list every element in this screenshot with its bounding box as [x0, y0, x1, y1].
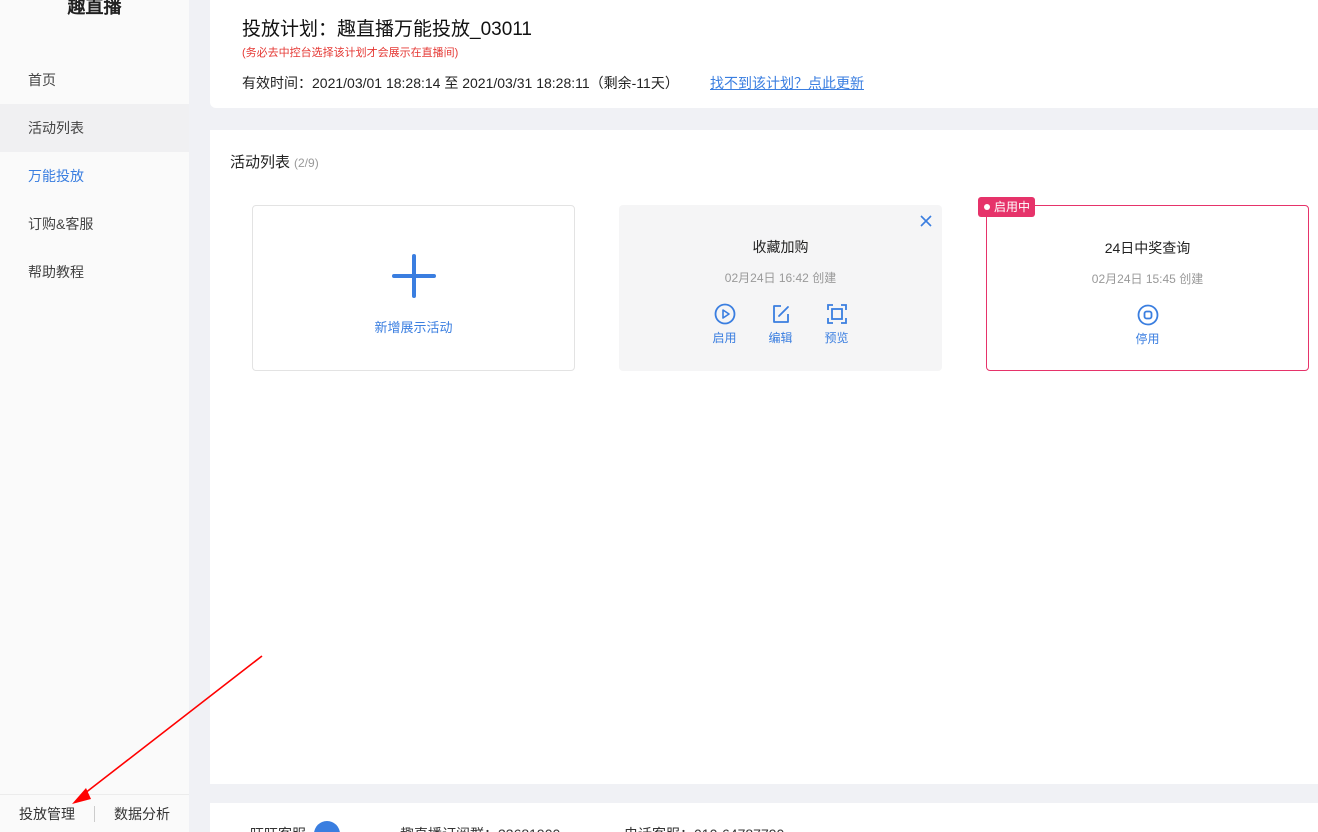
edit-button[interactable]: 编辑	[769, 303, 793, 346]
activity-count: (2/9)	[294, 156, 319, 170]
add-activity-card[interactable]: 新增展示活动	[252, 205, 575, 371]
stop-icon	[1137, 304, 1158, 326]
tab-data-analysis[interactable]: 数据分析	[95, 804, 189, 824]
activity-actions: 启用 编辑 预览	[619, 303, 942, 346]
sidebar-item-order-service[interactable]: 订购&客服	[0, 200, 189, 248]
subscribe-group: 趣直播订阅群：33681900	[400, 824, 560, 832]
edit-label: 编辑	[768, 331, 793, 345]
footer: 旺旺客服 趣直播订阅群：33681900 电话客服：010-64787790	[210, 803, 1318, 832]
activity-actions: 停用	[987, 304, 1308, 347]
close-icon[interactable]	[918, 213, 934, 229]
activity-created-date: 02月24日 15:45 创建	[1091, 272, 1204, 286]
activity-card-active: 启用中 24日中奖查询 02月24日 15:45 创建 停用	[978, 197, 1309, 371]
disable-label: 停用	[1135, 332, 1160, 346]
plan-header: 投放计划：趣直播万能投放_03011 (务必去中控台选择该计划才会展示在直播间)…	[210, 0, 1318, 108]
refresh-plan-link[interactable]: 找不到该计划？点此更新	[710, 73, 864, 93]
status-badge: 启用中	[978, 197, 1036, 217]
activity-card: 收藏加购 02月24日 16:42 创建 启用 编辑 预览	[619, 205, 942, 371]
badge-dot-icon	[984, 204, 990, 210]
sidebar-item-activity-list[interactable]: 活动列表	[0, 104, 189, 152]
plan-valid-time: 有效时间：2021/03/01 18:28:14 至 2021/03/31 18…	[242, 75, 679, 91]
enable-button[interactable]: 启用	[713, 303, 737, 346]
phone-service: 电话客服：010-64787790	[624, 824, 784, 832]
preview-icon	[826, 304, 847, 324]
activity-title: 24日中奖查询	[1104, 240, 1191, 256]
plan-title: 投放计划：趣直播万能投放_03011	[242, 19, 532, 40]
add-activity-label: 新增展示活动	[374, 320, 453, 335]
preview-button[interactable]: 预览	[825, 303, 849, 346]
enable-label: 启用	[712, 331, 737, 345]
bottom-tab-bar: 投放管理 数据分析	[0, 794, 189, 832]
tab-delivery-management[interactable]: 投放管理	[0, 804, 94, 824]
sidebar: 趣直播 首页 活动列表 万能投放 订购&客服 帮助教程 投放管理 数据分析	[0, 0, 189, 832]
app-logo: 趣直播	[67, 0, 122, 17]
edit-icon	[772, 305, 789, 323]
preview-label: 预览	[824, 331, 849, 345]
section-title: 活动列表 (2/9)	[230, 151, 319, 172]
status-badge-label: 启用中	[994, 200, 1031, 214]
sidebar-item-help[interactable]: 帮助教程	[0, 248, 189, 296]
sidebar-item-home[interactable]: 首页	[0, 56, 189, 104]
disable-button[interactable]: 停用	[1136, 304, 1160, 347]
plan-warning: (务必去中控台选择该计划才会展示在直播间)	[242, 47, 459, 59]
activity-title: 收藏加购	[752, 239, 809, 255]
activity-list-panel: 活动列表 (2/9) 新增展示活动 收藏加购 02月24日 16:42 创建 启用	[210, 130, 1318, 784]
wangwang-icon[interactable]	[314, 821, 340, 832]
plus-icon	[392, 254, 436, 298]
wangwang-service[interactable]: 旺旺客服	[250, 824, 306, 832]
section-title-text: 活动列表	[230, 154, 291, 171]
sidebar-item-universal-delivery[interactable]: 万能投放	[0, 152, 189, 200]
play-icon	[714, 303, 735, 325]
activity-created-date: 02月24日 16:42 创建	[724, 271, 837, 285]
